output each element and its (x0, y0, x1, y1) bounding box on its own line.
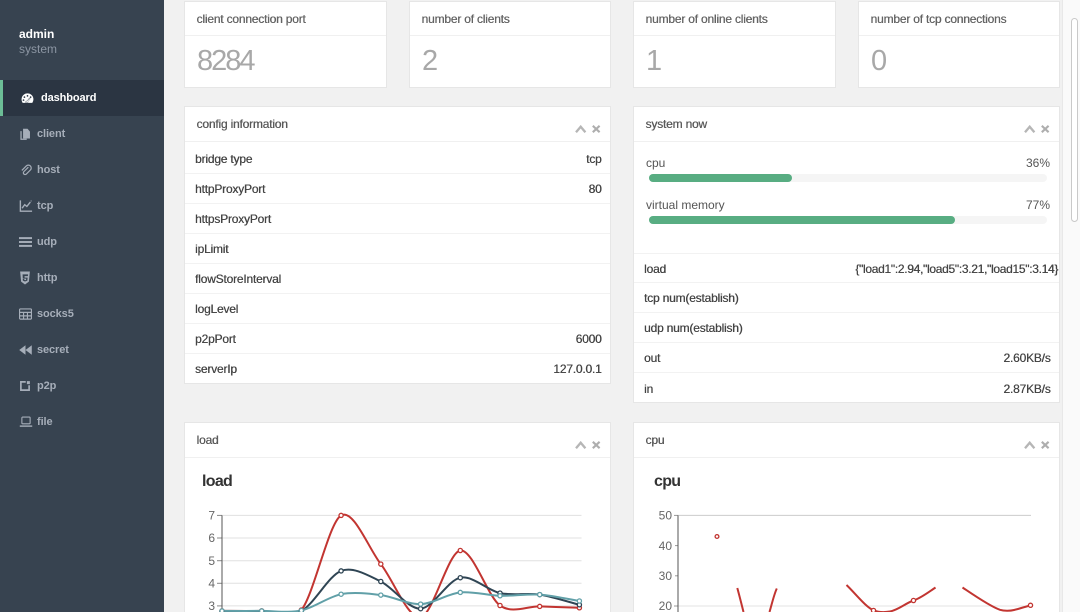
svg-text:5: 5 (208, 554, 215, 568)
svg-text:40: 40 (659, 539, 673, 553)
svg-text:20: 20 (659, 599, 673, 612)
svg-text:7: 7 (208, 509, 215, 523)
svg-text:4: 4 (208, 577, 215, 591)
svg-text:50: 50 (659, 509, 673, 523)
svg-text:6: 6 (208, 531, 215, 545)
svg-text:30: 30 (659, 569, 673, 583)
svg-text:3: 3 (208, 599, 215, 612)
